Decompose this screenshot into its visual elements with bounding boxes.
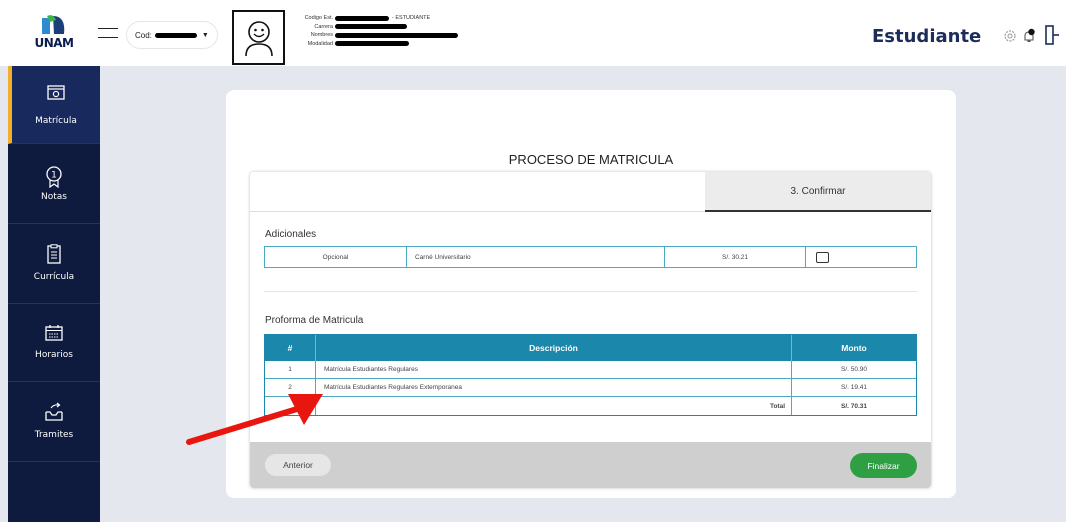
sidebar-label-matricula: Matrícula (35, 116, 77, 126)
carne-checkbox[interactable] (816, 251, 829, 263)
row-description: Matrícula Estudiantes Regulares Extempor… (316, 379, 792, 396)
page-title: PROCESO DE MATRICULA (508, 152, 674, 167)
notification-bell-icon[interactable] (1021, 28, 1037, 44)
finish-button[interactable]: Finalizar (850, 453, 917, 478)
row-amount: S/. 50.90 (840, 366, 868, 373)
section-divider (264, 291, 917, 292)
student-code-label: Codigo Est. (304, 15, 333, 21)
enrollment-wizard: 3. Confirmar Adicionales Opcional Carné … (250, 172, 931, 488)
names-label: Nombres (310, 32, 333, 38)
redacted-code (154, 32, 197, 38)
redacted-student-code (335, 15, 389, 21)
logo-mark-icon (42, 15, 65, 34)
logo-text: UNAM (34, 36, 74, 50)
sidebar-item-curricula[interactable]: Currícula (8, 226, 100, 304)
enrollment-icon (47, 85, 65, 100)
row-number: 1 (265, 361, 316, 378)
grades-icon: 1 (46, 166, 62, 188)
sidebar-item-horarios[interactable]: Horarios (8, 304, 100, 382)
enrollment-card: PROCESO DE MATRICULA 3. Confirmar Adicio… (226, 90, 956, 498)
total-label: Total (316, 397, 792, 415)
redacted-modality (335, 41, 409, 47)
header-amount: Monto (841, 343, 867, 353)
redacted-names (335, 32, 458, 38)
sidebar-item-notas[interactable]: 1 Notas (8, 146, 100, 224)
redacted-career (335, 24, 407, 30)
sidebar-label-notas: Notas (41, 192, 67, 202)
settings-icon[interactable] (1002, 28, 1018, 44)
tab-confirmar[interactable]: 3. Confirmar (705, 172, 931, 212)
avatar-icon (245, 21, 273, 56)
code-select-label: Cod: (135, 30, 152, 40)
adicionales-title: Adicionales (265, 229, 317, 240)
sidebar-label-curricula: Currícula (33, 272, 75, 282)
role-title: Estudiante (872, 26, 982, 47)
proforma-table: # Descripción Monto 1 Matrícula Estudian… (264, 334, 917, 416)
top-header: UNAM Cod: ▼ Codigo Est. - ESTUDIANTE Car… (0, 0, 1066, 66)
adicional-type: Opcional (265, 247, 407, 267)
sidebar-item-tramites[interactable]: Tramites (8, 384, 100, 462)
adicional-select-cell (806, 247, 916, 267)
total-row: Total S/. 70.31 (265, 397, 916, 415)
proforma-header-row: # Descripción Monto (265, 335, 916, 361)
names-row: Nombres (290, 31, 490, 40)
logout-icon[interactable] (1045, 25, 1059, 45)
sidebar-item-matricula[interactable]: Matrícula (8, 66, 100, 144)
modality-row: Modalidad (290, 40, 490, 49)
code-select[interactable]: Cod: ▼ (127, 22, 217, 48)
row-amount: S/. 19.41 (840, 384, 868, 391)
student-code-row: Codigo Est. - ESTUDIANTE (290, 14, 490, 23)
career-label: Carrera (314, 23, 333, 30)
chevron-down-icon: ▼ (201, 31, 209, 39)
annotation-arrow-icon (186, 394, 323, 445)
previous-button[interactable]: Anterior (265, 454, 331, 476)
procedures-icon (45, 402, 63, 421)
unam-logo[interactable]: UNAM (34, 14, 74, 54)
adicional-description: Carné Universitario (407, 247, 665, 267)
sidebar-label-horarios: Horarios (35, 350, 73, 360)
adicionales-table: Opcional Carné Universitario S/. 30.21 (264, 246, 917, 268)
header-number: # (265, 335, 316, 361)
row-description: Matrícula Estudiantes Regulares (316, 361, 792, 378)
student-avatar (232, 10, 285, 65)
sidebar: Matrícula 1 Notas Currícula Horarios Tra… (8, 66, 100, 522)
table-row: 2 Matrícula Estudiantes Regulares Extemp… (265, 379, 916, 397)
wizard-steps: 3. Confirmar (250, 172, 931, 212)
sidebar-label-tramites: Tramites (34, 430, 74, 440)
student-role-suffix: - ESTUDIANTE (392, 15, 431, 21)
adicional-amount: S/. 30.21 (665, 247, 806, 267)
header-description: Descripción (316, 335, 792, 361)
curriculum-icon (47, 244, 61, 264)
table-row: 1 Matrícula Estudiantes Regulares S/. 50… (265, 361, 916, 379)
career-row: Carrera (290, 23, 490, 32)
student-info: Codigo Est. - ESTUDIANTE Carrera Nombres… (290, 14, 490, 48)
svg-text:1: 1 (51, 171, 57, 181)
wizard-footer: Anterior Finalizar (250, 442, 931, 488)
modality-label: Modalidad (307, 40, 333, 47)
proforma-title: Proforma de Matricula (265, 315, 364, 326)
menu-toggle-icon[interactable] (98, 28, 118, 38)
schedule-icon (45, 325, 63, 341)
total-amount: S/. 70.31 (840, 402, 868, 410)
